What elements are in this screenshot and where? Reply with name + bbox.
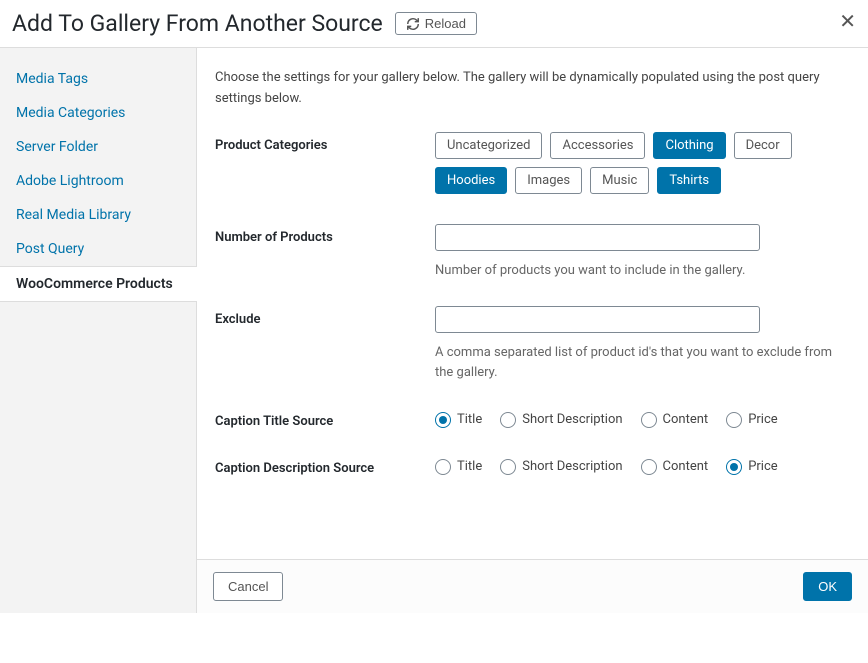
row-caption-title-source: Caption Title Source Title Short Descript… bbox=[215, 408, 850, 429]
reload-button[interactable]: Reload bbox=[395, 12, 477, 35]
product-categories-group: Uncategorized Accessories Clothing Decor Hoo… bbox=[435, 132, 850, 194]
reload-icon bbox=[406, 17, 420, 31]
label-number-of-products: Number of Products bbox=[215, 224, 435, 281]
radio-icon bbox=[500, 459, 516, 475]
main-content: Choose the settings for your gallery bel… bbox=[197, 48, 868, 613]
radio-option[interactable]: Title bbox=[435, 459, 482, 475]
caption-title-source-group: Title Short Description Content Price bbox=[435, 408, 850, 429]
cancel-button[interactable]: Cancel bbox=[213, 572, 283, 601]
sidebar-item[interactable]: Real Media Library bbox=[0, 198, 196, 232]
radio-icon bbox=[435, 412, 451, 428]
exclude-input[interactable] bbox=[435, 306, 760, 333]
radio-icon bbox=[641, 412, 657, 428]
close-icon: ✕ bbox=[839, 11, 856, 33]
label-exclude: Exclude bbox=[215, 306, 435, 382]
radio-label: Content bbox=[663, 412, 709, 427]
footer: Cancel OK bbox=[197, 559, 868, 613]
radio-icon bbox=[641, 459, 657, 475]
radio-option[interactable]: Content bbox=[641, 459, 709, 475]
category-tag[interactable]: Uncategorized bbox=[435, 132, 542, 159]
category-tag[interactable]: Hoodies bbox=[435, 167, 507, 194]
radio-label: Short Description bbox=[522, 459, 622, 474]
modal-title: Add To Gallery From Another Source bbox=[12, 10, 383, 37]
sidebar-item[interactable]: Media Categories bbox=[0, 96, 196, 130]
category-tag[interactable]: Music bbox=[590, 167, 649, 194]
row-product-categories: Product Categories Uncategorized Accessor… bbox=[215, 132, 850, 194]
sidebar-item[interactable]: Media Tags bbox=[0, 62, 196, 96]
row-exclude: Exclude A comma separated list of produc… bbox=[215, 306, 850, 382]
ok-button[interactable]: OK bbox=[803, 572, 852, 601]
close-button[interactable]: ✕ bbox=[839, 12, 856, 32]
sidebar-item[interactable]: Adobe Lightroom bbox=[0, 164, 196, 198]
help-number-of-products: Number of products you want to include i… bbox=[435, 261, 850, 281]
number-of-products-input[interactable] bbox=[435, 224, 760, 251]
label-caption-description-source: Caption Description Source bbox=[215, 455, 435, 476]
radio-icon bbox=[726, 412, 742, 428]
label-product-categories: Product Categories bbox=[215, 132, 435, 194]
radio-label: Content bbox=[663, 459, 709, 474]
control-number-of-products: Number of products you want to include i… bbox=[435, 224, 850, 281]
category-tag[interactable]: Clothing bbox=[653, 132, 725, 159]
reload-label: Reload bbox=[425, 16, 466, 31]
sidebar: Media TagsMedia CategoriesServer FolderA… bbox=[0, 48, 197, 613]
radio-option[interactable]: Short Description bbox=[500, 459, 622, 475]
category-tag[interactable]: Decor bbox=[734, 132, 792, 159]
category-tag[interactable]: Images bbox=[515, 167, 582, 194]
category-tag[interactable]: Tshirts bbox=[657, 167, 721, 194]
sidebar-item[interactable]: Post Query bbox=[0, 232, 196, 266]
sidebar-item[interactable]: WooCommerce Products bbox=[0, 266, 197, 302]
caption-description-source-group: Title Short Description Content Price bbox=[435, 455, 850, 476]
radio-option[interactable]: Content bbox=[641, 412, 709, 428]
sidebar-item[interactable]: Server Folder bbox=[0, 130, 196, 164]
radio-icon bbox=[726, 459, 742, 475]
label-caption-title-source: Caption Title Source bbox=[215, 408, 435, 429]
control-exclude: A comma separated list of product id's t… bbox=[435, 306, 850, 382]
radio-option[interactable]: Title bbox=[435, 412, 482, 428]
category-tag[interactable]: Accessories bbox=[550, 132, 645, 159]
radio-label: Price bbox=[748, 459, 777, 474]
radio-label: Short Description bbox=[522, 412, 622, 427]
help-exclude: A comma separated list of product id's t… bbox=[435, 343, 850, 382]
row-caption-description-source: Caption Description Source Title Short De… bbox=[215, 455, 850, 476]
radio-option[interactable]: Price bbox=[726, 459, 777, 475]
radio-icon bbox=[435, 459, 451, 475]
radio-option[interactable]: Price bbox=[726, 412, 777, 428]
intro-text: Choose the settings for your gallery bel… bbox=[215, 68, 850, 110]
modal-header: Add To Gallery From Another Source Reloa… bbox=[0, 0, 868, 48]
modal-body: Media TagsMedia CategoriesServer FolderA… bbox=[0, 48, 868, 613]
row-number-of-products: Number of Products Number of products yo… bbox=[215, 224, 850, 281]
radio-option[interactable]: Short Description bbox=[500, 412, 622, 428]
radio-label: Price bbox=[748, 412, 777, 427]
radio-label: Title bbox=[457, 459, 482, 474]
radio-label: Title bbox=[457, 412, 482, 427]
radio-icon bbox=[500, 412, 516, 428]
form-area: Choose the settings for your gallery bel… bbox=[197, 48, 868, 559]
